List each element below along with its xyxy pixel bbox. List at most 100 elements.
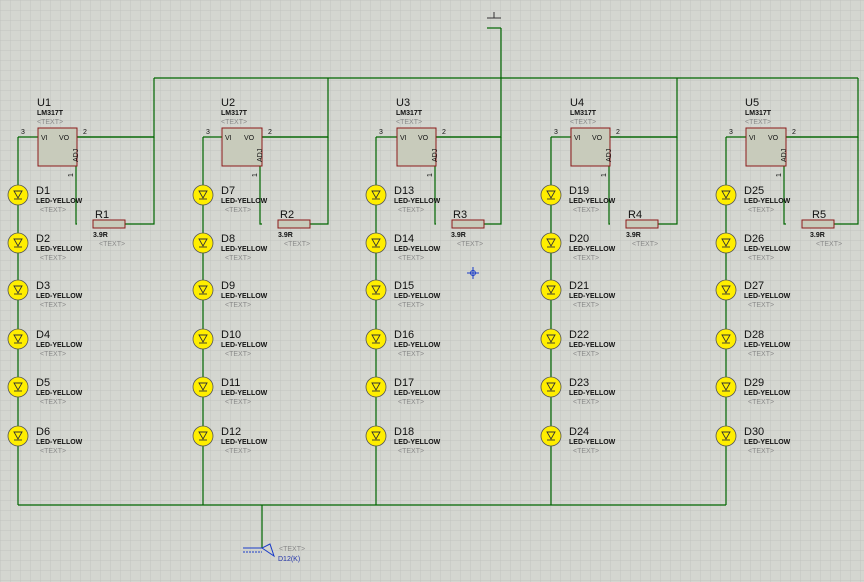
led-text: <TEXT> (398, 448, 424, 455)
resistor-body[interactable] (625, 219, 659, 229)
led-ref: D7 (221, 185, 235, 197)
led-body[interactable] (192, 232, 214, 254)
regulator-body[interactable] (570, 127, 611, 167)
led-body[interactable] (715, 184, 737, 206)
led-type: LED-YELLOW (221, 246, 268, 253)
led-text: <TEXT> (748, 302, 774, 309)
led-type: LED-YELLOW (744, 439, 791, 446)
led-body[interactable] (192, 184, 214, 206)
regulator-body[interactable] (221, 127, 263, 167)
led-body[interactable] (7, 232, 29, 254)
pin-label-adj: ADJ (606, 149, 613, 162)
led-body[interactable] (365, 184, 387, 206)
resistor-body[interactable] (92, 219, 126, 229)
regulator-text: <TEXT> (37, 119, 63, 126)
led-body[interactable] (540, 279, 562, 301)
led-ref: D1 (36, 185, 50, 197)
led-ref: D30 (744, 426, 764, 438)
led-body[interactable] (715, 376, 737, 398)
led-ref: D11 (221, 377, 240, 389)
led-ref: D24 (569, 426, 589, 438)
regulator-ref: U3 (396, 97, 410, 109)
led-text: <TEXT> (225, 207, 251, 214)
led-ref: D22 (569, 329, 589, 341)
regulator-ref: U1 (37, 97, 51, 109)
led-body[interactable] (7, 376, 29, 398)
regulator-part: LM317T (221, 110, 248, 117)
pin-label-adj: ADJ (432, 149, 439, 162)
pin-number-out: 2 (792, 129, 796, 136)
led-ref: D12 (221, 426, 241, 438)
pin-number-in: 3 (21, 129, 25, 136)
led-type: LED-YELLOW (744, 390, 791, 397)
led-body[interactable] (365, 328, 387, 350)
led-type: LED-YELLOW (221, 342, 268, 349)
led-text: <TEXT> (398, 399, 424, 406)
led-body[interactable] (7, 328, 29, 350)
led-ref: D27 (744, 280, 764, 292)
led-text: <TEXT> (748, 351, 774, 358)
led-ref: D5 (36, 377, 50, 389)
led-body[interactable] (715, 328, 737, 350)
led-text: <TEXT> (225, 302, 251, 309)
probe-label: D12(K) (278, 556, 300, 563)
led-type: LED-YELLOW (744, 342, 791, 349)
pin-number-adj: 1 (601, 173, 608, 177)
led-body[interactable] (540, 425, 562, 447)
led-body[interactable] (715, 279, 737, 301)
resistor-body[interactable] (451, 219, 485, 229)
led-body[interactable] (540, 232, 562, 254)
led-ref: D9 (221, 280, 235, 292)
resistor-value: 3.9R (93, 232, 108, 239)
led-text: <TEXT> (40, 255, 66, 262)
led-body[interactable] (7, 184, 29, 206)
led-body[interactable] (192, 328, 214, 350)
schematic-canvas[interactable]: U1LM317T<TEXT>VI VOADJ3 21R13.9R<TEXT>D1LE… (0, 0, 864, 582)
regulator-body[interactable] (396, 127, 437, 167)
regulator-text: <TEXT> (396, 119, 422, 126)
led-body[interactable] (715, 232, 737, 254)
led-text: <TEXT> (40, 302, 66, 309)
led-text: <TEXT> (748, 399, 774, 406)
resistor-text: <TEXT> (816, 241, 842, 248)
led-body[interactable] (7, 279, 29, 301)
led-ref: D28 (744, 329, 764, 341)
led-body[interactable] (540, 184, 562, 206)
pin-label-vo: VO (244, 135, 255, 142)
led-body[interactable] (192, 279, 214, 301)
pin-label-vo: VO (59, 135, 70, 142)
regulator-text: <TEXT> (745, 119, 771, 126)
pin-number-in: 3 (206, 129, 210, 136)
led-text: <TEXT> (398, 207, 424, 214)
led-body[interactable] (365, 279, 387, 301)
led-body[interactable] (192, 376, 214, 398)
led-text: <TEXT> (573, 399, 599, 406)
led-body[interactable] (365, 376, 387, 398)
led-body[interactable] (7, 425, 29, 447)
led-text: <TEXT> (573, 207, 599, 214)
led-body[interactable] (540, 328, 562, 350)
resistor-ref: R4 (628, 209, 642, 221)
resistor-body[interactable] (801, 219, 835, 229)
led-text: <TEXT> (573, 448, 599, 455)
led-ref: D3 (36, 280, 50, 292)
regulator-ref: U4 (570, 97, 584, 109)
led-type: LED-YELLOW (569, 390, 616, 397)
regulator-body[interactable] (37, 127, 78, 167)
led-body[interactable] (365, 425, 387, 447)
led-body[interactable] (540, 376, 562, 398)
led-body[interactable] (192, 425, 214, 447)
resistor-value: 3.9R (451, 232, 466, 239)
led-type: LED-YELLOW (221, 293, 268, 300)
pin-label-vo: VO (418, 135, 429, 142)
led-text: <TEXT> (40, 207, 66, 214)
regulator-body[interactable] (745, 127, 787, 167)
led-body[interactable] (365, 232, 387, 254)
led-ref: D25 (744, 185, 764, 197)
pin-label-vo: VO (592, 135, 603, 142)
regulator-part: LM317T (396, 110, 423, 117)
led-body[interactable] (715, 425, 737, 447)
led-type: LED-YELLOW (221, 198, 268, 205)
led-type: LED-YELLOW (394, 246, 441, 253)
resistor-body[interactable] (277, 219, 311, 229)
